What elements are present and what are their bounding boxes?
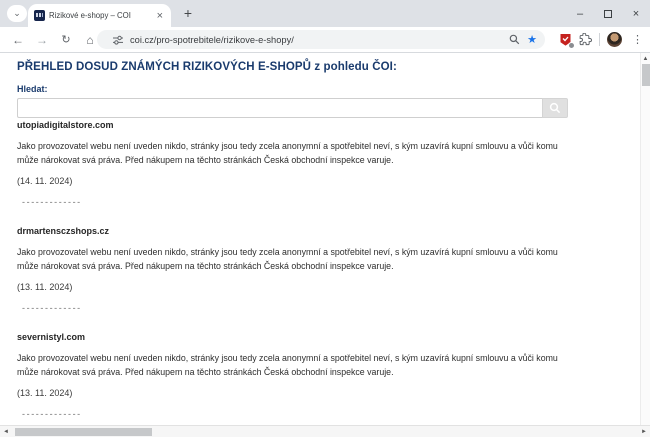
site-settings-icon[interactable] [112,34,124,46]
tab-close-icon[interactable]: × [155,11,165,21]
entry-separator: ------------- [22,409,640,419]
eshop-entry: drmartensczshops.cz Jako provozovatel we… [17,226,640,313]
scroll-up-icon[interactable]: ▲ [641,54,650,63]
tab-search-button[interactable]: ⌄ [7,5,27,22]
zoom-icon[interactable] [509,34,520,45]
reload-button[interactable]: ↻ [54,33,78,46]
maximize-button[interactable] [594,0,622,27]
page-title: PŘEHLED DOSUD ZNÁMÝCH RIZIKOVÝCH E-SHOPŮ… [17,61,640,73]
tab-strip: ⌄ Rizikové e-shopy – COI × + – × [0,0,650,27]
eshop-description: Jako provozovatel webu není uveden nikdo… [17,245,574,273]
eshop-domain: utopiadigitalstore.com [17,120,640,130]
search-button[interactable] [542,98,568,118]
horizontal-scrollbar[interactable]: ◄ ► [0,425,650,437]
site-favicon-icon [34,10,45,21]
back-button[interactable]: ← [6,33,30,47]
extensions-puzzle-icon[interactable] [579,33,592,46]
url-text[interactable]: coi.cz/pro-spotrebitele/rizikove-e-shopy… [130,35,502,45]
minimize-button[interactable]: – [566,0,594,27]
window-controls: – × [566,0,650,27]
search-icon [549,102,561,114]
eshop-domain: drmartensczshops.cz [17,226,640,236]
profile-avatar[interactable] [607,32,622,47]
eshop-description: Jako provozovatel webu není uveden nikdo… [17,139,574,167]
nav-buttons: ← → ↻ ⌂ [6,27,102,52]
maximize-icon [604,10,612,18]
search-row [17,98,568,118]
search-input[interactable] [17,98,542,118]
adblock-extension-icon[interactable] [559,33,572,47]
horizontal-scrollbar-thumb[interactable] [15,428,152,436]
entry-separator: ------------- [22,303,640,313]
eshop-domain: severnistyl.com [17,332,640,342]
toolbar-right-icons: ⋮ [559,27,646,52]
browser-menu-icon[interactable]: ⋮ [629,33,646,46]
page-content: PŘEHLED DOSUD ZNÁMÝCH RIZIKOVÝCH E-SHOPŮ… [0,53,640,425]
entry-separator: ------------- [22,197,640,207]
eshop-entry: severnistyl.com Jako provozovatel webu n… [17,332,640,419]
eshop-date: (14. 11. 2024) [17,176,640,186]
extension-badge [568,42,575,49]
new-tab-button[interactable]: + [178,3,198,23]
eshop-date: (13. 11. 2024) [17,282,640,292]
browser-window: ⌄ Rizikové e-shopy – COI × + – × ← → ↻ ⌂ [0,0,650,437]
scroll-right-icon[interactable]: ► [639,427,649,437]
eshop-entry: utopiadigitalstore.com Jako provozovatel… [17,120,640,207]
active-tab[interactable]: Rizikové e-shopy – COI × [28,4,171,27]
bookmark-star-icon[interactable]: ★ [527,33,537,46]
close-window-button[interactable]: × [622,0,650,27]
vertical-scrollbar[interactable]: ▲ [640,53,650,425]
forward-button[interactable]: → [30,33,54,47]
address-bar[interactable]: coi.cz/pro-spotrebitele/rizikove-e-shopy… [97,30,545,49]
toolbar-divider [599,33,600,46]
scroll-left-icon[interactable]: ◄ [1,427,11,437]
eshop-description: Jako provozovatel webu není uveden nikdo… [17,351,574,379]
search-label: Hledat: [17,84,640,94]
tab-title: Rizikové e-shopy – COI [49,11,151,20]
eshop-date: (13. 11. 2024) [17,388,640,398]
vertical-scrollbar-thumb[interactable] [642,64,650,86]
chevron-down-icon: ⌄ [13,8,21,19]
browser-toolbar: ← → ↻ ⌂ coi.cz/pro-spotrebitele/rizikove… [0,27,650,53]
